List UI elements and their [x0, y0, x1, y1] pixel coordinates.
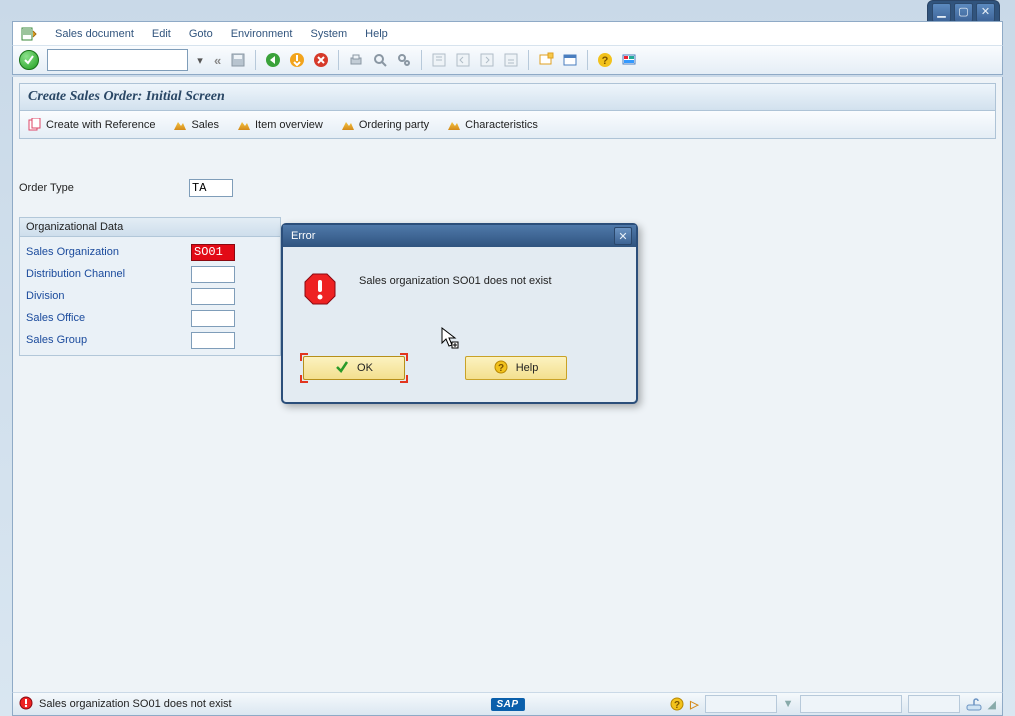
default-indicator: [400, 375, 408, 383]
help-icon: ?: [494, 360, 508, 377]
status-resize-icon[interactable]: ◢: [988, 698, 996, 711]
ok-button[interactable]: OK: [303, 356, 405, 380]
dialog-message-row: Sales organization SO01 does not exist: [303, 272, 616, 306]
svg-text:?: ?: [498, 363, 504, 374]
svg-text:?: ?: [674, 700, 680, 711]
status-expand-icon[interactable]: ▷: [690, 698, 698, 711]
status-cell-1: [705, 695, 777, 713]
status-right: ? ▷ ▼ ◢: [670, 695, 996, 713]
dialog-body: Sales organization SO01 does not exist O…: [283, 247, 636, 402]
status-cell-3: [908, 695, 960, 713]
error-dialog: Error ✕ Sales organization SO01 does not…: [281, 223, 638, 404]
status-cell-2: [800, 695, 902, 713]
help-button[interactable]: ? Help: [465, 356, 567, 380]
status-connection-icon[interactable]: [966, 697, 982, 711]
error-stop-icon: [303, 272, 337, 306]
status-help-icon[interactable]: ?: [670, 697, 684, 711]
dialog-close-icon[interactable]: ✕: [614, 227, 632, 245]
dialog-titlebar[interactable]: Error ✕: [283, 225, 636, 247]
status-separator-icon: ▼: [783, 698, 794, 710]
sap-window: ▁ ▢ ✕ Sales document Edit Goto Environme…: [0, 0, 1015, 716]
button-label: OK: [357, 362, 373, 374]
default-indicator: [300, 353, 308, 361]
modal-overlay: Error ✕ Sales organization SO01 does not…: [0, 0, 1015, 716]
status-message: Sales organization SO01 does not exist: [39, 698, 232, 710]
dialog-message-text: Sales organization SO01 does not exist: [359, 272, 552, 287]
default-indicator: [300, 375, 308, 383]
check-icon: [335, 360, 349, 377]
status-error-icon: [19, 696, 33, 713]
status-left: Sales organization SO01 does not exist: [19, 696, 232, 713]
dialog-button-row: OK ? Help: [303, 356, 616, 390]
default-indicator: [400, 353, 408, 361]
status-bar: Sales organization SO01 does not exist S…: [12, 692, 1003, 716]
sap-logo: SAP: [490, 698, 524, 711]
dialog-title-text: Error: [291, 230, 315, 242]
button-label: Help: [516, 362, 539, 374]
